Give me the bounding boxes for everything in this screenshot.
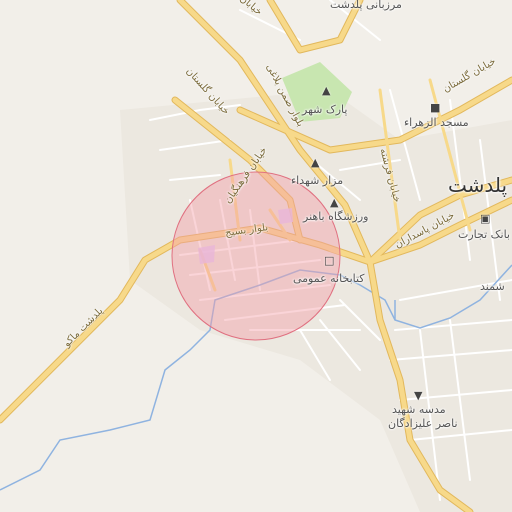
map-view[interactable]: ▲ ■ ▲ ▲ □ ▣ ▼ مرزبانی پلدشت پارک شهر مسج… [0, 0, 512, 512]
stadium-icon[interactable]: ▲ [330, 196, 338, 209]
label-city: پلدشت [448, 173, 508, 197]
graduation-cap-icon[interactable]: ▼ [414, 389, 422, 402]
tree-icon[interactable]: ▲ [322, 84, 330, 97]
book-icon[interactable]: □ [324, 254, 334, 267]
label-bank: بانک تجارت [458, 228, 510, 241]
label-shmand: شمند [480, 280, 505, 293]
label-ketabkhaneh: کتابخانه عمومی [293, 272, 365, 285]
label-park: پارک شهر [302, 103, 348, 116]
bank-icon[interactable]: ▣ [480, 212, 490, 225]
label-school-1: مدسه شهید [392, 403, 446, 416]
label-shohada: مزار شهداء [291, 174, 344, 187]
monument-icon[interactable]: ▲ [311, 156, 319, 169]
label-mosque: مسجد الزهراء [404, 116, 469, 129]
label-school-2: ناصر علیزادگان [388, 417, 458, 430]
highlight-circle [171, 171, 341, 341]
mosque-icon[interactable]: ■ [430, 101, 440, 114]
label-marzbani: مرزبانی پلدشت [330, 0, 402, 11]
label-varzeshgah: ورزشگاه باهنر [303, 210, 369, 223]
map-canvas [0, 0, 512, 512]
